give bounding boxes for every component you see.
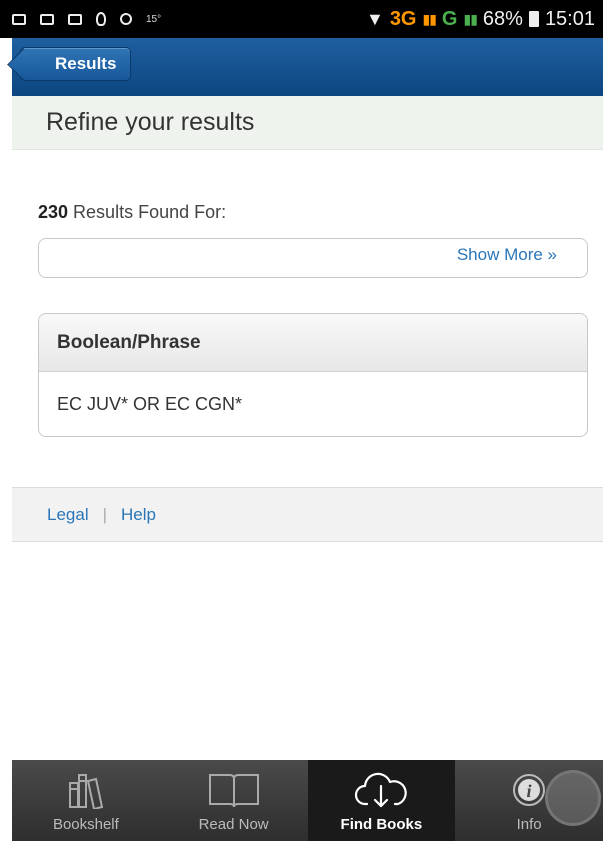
notification-icon [12,13,26,25]
tab-label: Bookshelf [52,816,119,833]
results-label: Results Found For: [68,202,227,222]
bookshelf-icon [66,768,106,812]
app-header: Results [12,38,603,96]
results-count: 230 [38,202,69,222]
status-indicators: ▼ 3G ▮▮ G ▮▮ 68% 15:01 [366,8,595,31]
location-icon [96,12,106,26]
temperature-label: 15° [146,13,162,25]
refine-bar[interactable]: Refine your results [12,96,603,150]
open-book-icon [206,768,262,812]
query-box: Show More » [38,238,588,278]
network-3g-label: 3G [389,7,417,30]
tab-info[interactable]: i Info [455,760,603,841]
tab-label: Info [516,816,542,833]
mail-icon [68,13,82,25]
status-bar: 15° ▼ 3G ▮▮ G ▮▮ 68% 15:01 [0,0,603,38]
clock: 15:01 [544,7,595,30]
cloud-download-icon [353,768,409,812]
info-icon: i [509,768,549,812]
refine-title: Refine your results [46,108,255,136]
panel-title: Boolean/Phrase [39,314,587,372]
svg-text:i: i [527,781,532,801]
help-link[interactable]: Help [121,505,156,525]
screen-icon [40,13,54,25]
search-query-value: EC JUV* OR EC CGN* [57,393,243,414]
tab-find-books[interactable]: Find Books [307,760,456,841]
results-summary: 230 Results Found For: [38,202,226,223]
tab-label: Read Now [198,816,269,833]
back-button[interactable]: Results [20,47,132,81]
notification-icons: 15° [12,12,161,26]
network-g-label: G [441,7,458,30]
footer-separator: | [102,504,108,524]
back-button-label: Results [55,54,117,73]
wifi-icon: ▼ [365,8,384,29]
tab-read-now[interactable]: Read Now [160,760,308,841]
tab-label: Find Books [340,816,423,833]
show-more-link[interactable]: Show More » [457,245,557,265]
footer-links: Legal | Help [12,487,603,542]
boolean-phrase-panel: Boolean/Phrase EC JUV* OR EC CGN* [38,313,588,437]
tab-bookshelf[interactable]: Bookshelf [12,760,160,841]
battery-icon [528,11,539,27]
legal-link[interactable]: Legal [47,505,89,525]
touch-indicator [545,770,601,826]
signal-icon: ▮▮ [422,10,437,27]
signal-icon: ▮▮ [463,10,477,27]
battery-percent: 68% [482,7,523,30]
bottom-tab-bar: Bookshelf Read Now Find Books i Info [12,760,603,841]
search-icon [120,13,132,25]
